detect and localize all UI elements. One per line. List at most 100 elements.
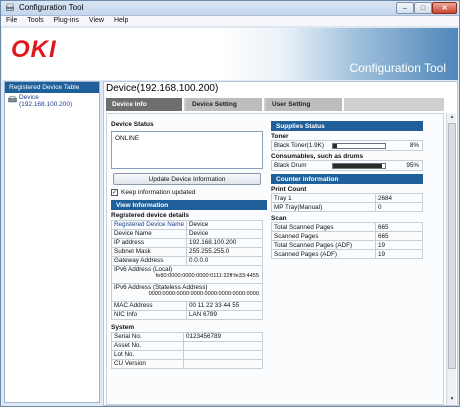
menu-bar: File Tools Plug-ins View Help — [1, 16, 459, 27]
app-icon — [6, 3, 14, 11]
table-row: Tray 1 2684 — [271, 193, 423, 203]
tab-device-info[interactable]: Device Info — [106, 98, 184, 111]
table-cell: Scanned Pages — [271, 231, 376, 241]
ipv6-local-value: fe80:0000:0000:0000:0111:22ff:fe33:4455 — [155, 273, 259, 279]
table-cell: Gateway Address — [111, 256, 187, 266]
toner-level-fill — [333, 143, 338, 148]
drum-level-fill — [333, 163, 383, 168]
checkbox-icon[interactable]: ✓ — [111, 189, 118, 196]
table-cell: 19 — [375, 240, 423, 250]
scroll-down-icon[interactable]: ▼ — [448, 396, 456, 404]
menu-view[interactable]: View — [84, 16, 109, 26]
menu-tools[interactable]: Tools — [22, 16, 48, 26]
toner-name: Black Toner(1.9K) — [274, 142, 324, 149]
sidebar-item-name: Device — [19, 94, 39, 101]
table-row: Scanned Pages (ADF) 19 — [271, 249, 423, 259]
maximize-button[interactable]: □ — [414, 2, 432, 14]
table-row: Total Scanned Pages 665 — [271, 222, 423, 232]
toner-label: Toner — [271, 133, 289, 140]
drums-label: Consumables, such as drums — [271, 153, 364, 160]
menu-help[interactable]: Help — [109, 16, 133, 26]
system-table: Serial No. 0123456789 Asset No. Lot No. C… — [111, 332, 263, 369]
keep-updated-checkbox[interactable]: ✓ Keep information updated — [111, 189, 267, 196]
table-cell: 255.255.255.0 — [186, 247, 263, 257]
table-row: Gateway Address 0.0.0.0 — [111, 256, 263, 266]
vertical-scrollbar[interactable]: ▲ ▼ — [446, 113, 456, 405]
sidebar: Registered Device Table Device (192.168.… — [4, 81, 100, 403]
table-row: IPv6 Address (Local) fe80:0000:0000:0000… — [111, 265, 263, 284]
ipv6-local-label: IPv6 Address (Local) — [114, 266, 173, 273]
tab-bar: Device Info Device Setting User Setting — [106, 98, 444, 111]
ipv6-stateless-label: IPv6 Address (Stateless Address) — [114, 284, 208, 291]
table-row: IPv6 Address (Stateless Address) 0000:00… — [111, 283, 263, 302]
table-row: CU Version — [111, 359, 263, 369]
left-column: Device Status ONLINE Update Device Infor… — [111, 121, 267, 369]
table-cell: Device — [186, 220, 263, 230]
title-bar[interactable]: Configuration Tool – □ ✕ — [1, 1, 459, 16]
table-row: MAC Address 00 11 22 33 44 55 — [111, 301, 263, 311]
table-row: Scanned Pages 665 — [271, 231, 423, 241]
tab-device-setting[interactable]: Device Setting — [186, 98, 264, 111]
table-cell: Subnet Mask — [111, 247, 187, 257]
device-info-panel: Device Status ONLINE Update Device Infor… — [106, 113, 444, 405]
table-cell: 0.0.0.0 — [186, 256, 263, 266]
ipv6-local-cell: IPv6 Address (Local) fe80:0000:0000:0000… — [111, 265, 263, 284]
table-cell: Lot No. — [111, 350, 184, 360]
table-cell: Device — [186, 229, 263, 239]
table-row: NIC Info LAN 6789 — [111, 310, 263, 320]
minimize-button[interactable]: – — [396, 2, 414, 14]
oki-logo: OKI — [11, 36, 57, 63]
table-cell: 00 11 22 33 44 55 — [186, 301, 263, 311]
device-status-label: Device Status — [111, 121, 154, 128]
scroll-up-icon[interactable]: ▲ — [448, 114, 456, 122]
scrollbar-thumb[interactable] — [448, 123, 456, 369]
table-cell: Device Name — [111, 229, 187, 239]
table-cell: Total Scanned Pages (ADF) — [271, 240, 376, 250]
table-row: Registered Device Name Device — [111, 220, 263, 230]
table-row: Asset No. — [111, 341, 263, 351]
device-details-table: Registered Device Name Device Device Name… — [111, 220, 263, 320]
menu-plugins[interactable]: Plug-ins — [49, 16, 84, 26]
drum-percent: 95% — [406, 162, 419, 169]
scan-count-table: Total Scanned Pages 665 Scanned Pages 665 … — [271, 222, 423, 259]
table-row: Device Name Device — [111, 229, 263, 239]
registered-name-link[interactable]: Registered Device Name — [111, 220, 187, 230]
update-device-info-button[interactable]: Update Device Information — [113, 173, 261, 185]
window-title: Configuration Tool — [19, 3, 84, 12]
table-cell: 2684 — [375, 193, 423, 203]
table-cell: 665 — [375, 231, 423, 241]
table-row: Subnet Mask 255.255.255.0 — [111, 247, 263, 257]
table-cell: Serial No. — [111, 332, 184, 342]
ipv6-stateless-cell: IPv6 Address (Stateless Address) 0000:00… — [111, 283, 263, 302]
table-cell: 0 — [375, 202, 423, 212]
table-row: MP Tray(Manual) 0 — [271, 202, 423, 212]
table-cell: 665 — [375, 222, 423, 232]
toner-percent: 8% — [409, 142, 419, 149]
sidebar-item-device[interactable]: Device (192.168.100.200) — [5, 93, 99, 111]
table-cell: 0123456789 — [183, 332, 263, 342]
supplies-header: Supplies Status — [271, 121, 423, 131]
table-row: Total Scanned Pages (ADF) 19 — [271, 240, 423, 250]
banner: OKI Configuration Tool — [2, 28, 458, 80]
tab-user-setting[interactable]: User Setting — [266, 98, 344, 111]
table-cell: NIC Info — [111, 310, 187, 320]
device-status-value: ONLINE — [115, 135, 140, 142]
table-cell: 19 — [375, 249, 423, 259]
table-cell: Scanned Pages (ADF) — [271, 249, 376, 259]
ipv6-stateless-value: 0000:0000:0000:0000:0000:0000:0000:0000 — [148, 291, 259, 297]
print-count-table: Tray 1 2684 MP Tray(Manual) 0 — [271, 193, 423, 212]
table-cell: Tray 1 — [271, 193, 376, 203]
drum-name: Black Drum — [274, 162, 307, 169]
registered-details-label: Registered device details — [111, 212, 190, 219]
menu-file[interactable]: File — [1, 16, 22, 26]
table-cell — [183, 359, 263, 369]
view-info-header: View Information — [111, 200, 267, 210]
scan-label: Scan — [271, 215, 287, 222]
close-button[interactable]: ✕ — [432, 2, 457, 14]
print-count-label: Print Count — [271, 186, 307, 193]
table-cell: MAC Address — [111, 301, 187, 311]
toner-level-bar — [332, 142, 386, 149]
drum-meter: Black Drum 95% — [271, 160, 423, 171]
system-label: System — [111, 324, 135, 331]
device-title: Device(192.168.100.200) — [106, 83, 219, 94]
